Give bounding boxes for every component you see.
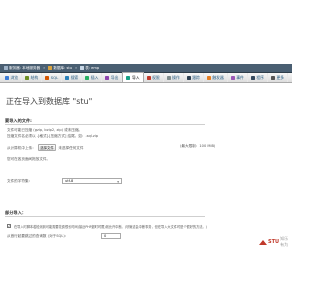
insert-icon [85, 75, 90, 80]
allow-interrupt-checkbox[interactable]: ✓ [7, 224, 11, 228]
tab-label: 导入 [131, 74, 140, 80]
breadcrumb-item-database[interactable]: 数据库: stu [48, 66, 72, 71]
tab-export[interactable]: 导出 [102, 73, 123, 82]
skip-queries-label: 从首行起要跳过的查询数 (对于SQL)： [7, 234, 69, 238]
charset-select[interactable]: utf-8 ▾ [62, 178, 122, 184]
section-divider [5, 216, 205, 217]
server-icon [4, 66, 8, 70]
tab-label: 结构 [30, 74, 39, 80]
breadcrumb-separator: » [75, 66, 78, 70]
tab-label: 插入 [90, 74, 99, 80]
chevron-down-icon: ▾ [117, 179, 119, 184]
filename-hint: 压缩文件名必须以 .[格式].[压缩方式] 结尾。如：.sql.zip [7, 134, 99, 138]
tab-sql[interactable]: SQL [42, 73, 63, 82]
max-size-text: (最大限制：100 MiB) [180, 144, 216, 148]
section-divider [5, 124, 205, 125]
tab-privileges[interactable]: 权限 [144, 73, 164, 82]
breadcrumb-item-table[interactable]: 表: emp [80, 66, 99, 71]
tab-insert[interactable]: 插入 [82, 73, 103, 82]
operations-icon [166, 75, 171, 80]
events-icon [230, 75, 235, 80]
tab-more[interactable]: 更多 [268, 73, 289, 82]
export-icon [105, 75, 110, 80]
breadcrumb-server-label: 服务器: 本地服务器 [9, 65, 41, 70]
sql-icon [45, 75, 50, 80]
database-icon [48, 66, 52, 70]
tab-label: 程序 [256, 74, 264, 80]
page-title: 正在导入到数据库 "stu" [6, 97, 93, 106]
breadcrumb-table-label: 表: emp [85, 65, 100, 70]
routines-icon [250, 75, 255, 80]
browse-icon [5, 75, 9, 80]
triggers-icon [206, 75, 211, 80]
charset-label: 文件的字符集： [7, 179, 33, 183]
breadcrumb-database-label: 数据库: stu [53, 65, 73, 70]
tab-label: 更多 [276, 74, 285, 80]
tab-events[interactable]: 事件 [228, 73, 248, 82]
breadcrumb: 服务器: 本地服务器 » 数据库: stu » 表: emp [0, 64, 292, 73]
import-icon [126, 75, 131, 80]
table-icon [80, 66, 84, 70]
allow-interrupt-label: 在导入时脚本若检测到可能需要花费很长时间(接近PHP超时时限)则允许中断。(尽管… [14, 225, 207, 229]
compression-hint: 文件可能已压缩 (gzip, bzip2, zip) 或未压缩。 [7, 128, 83, 132]
watermark-logo: STU 知乐有为 [259, 236, 292, 248]
tab-label: 事件 [236, 74, 244, 80]
search-icon [65, 75, 70, 80]
tab-label: 导出 [110, 74, 119, 80]
tab-browse[interactable]: 浏览 [2, 73, 23, 82]
tab-bar: 浏览 结构 SQL 搜索 插入 导出 导入 权限 操作 跟踪 触发器 事件 程序… [0, 72, 292, 83]
graduation-cap-icon [259, 239, 267, 245]
tab-operations[interactable]: 操作 [164, 73, 184, 82]
tab-label: SQL [50, 75, 59, 80]
tab-label: 浏览 [10, 74, 19, 80]
tab-import[interactable]: 导入 [122, 72, 144, 82]
structure-icon [25, 75, 30, 80]
skip-queries-input[interactable]: 0 [101, 233, 121, 239]
drag-drop-hint: 您可在各页面间拖放文件。 [7, 157, 51, 161]
tab-routines[interactable]: 程序 [248, 73, 268, 82]
upload-row: 从计算机中上传： 选择文件 未选择任何文件 [7, 144, 83, 151]
watermark-brand: STU [268, 239, 280, 245]
tab-label: 跟踪 [192, 74, 200, 80]
tab-tracking[interactable]: 跟踪 [184, 73, 204, 82]
tracking-icon [186, 75, 191, 80]
tab-search[interactable]: 搜索 [62, 73, 83, 82]
more-icon [270, 75, 275, 80]
breadcrumb-separator: » [43, 66, 46, 70]
privileges-icon [146, 75, 151, 80]
tab-label: 搜索 [70, 74, 79, 80]
watermark-sub: 知乐有为 [280, 236, 289, 247]
breadcrumb-item-server[interactable]: 服务器: 本地服务器 [4, 66, 40, 71]
choose-file-button[interactable]: 选择文件 [37, 144, 57, 151]
tab-label: 操作 [172, 74, 180, 80]
tab-label: 权限 [152, 74, 160, 80]
tab-triggers[interactable]: 触发器 [204, 73, 228, 82]
upload-label: 从计算机中上传： [7, 146, 36, 150]
no-file-text: 未选择任何文件 [58, 146, 84, 150]
tab-label: 触发器 [212, 74, 224, 80]
tab-structure[interactable]: 结构 [22, 73, 43, 82]
charset-value: utf-8 [65, 179, 74, 183]
